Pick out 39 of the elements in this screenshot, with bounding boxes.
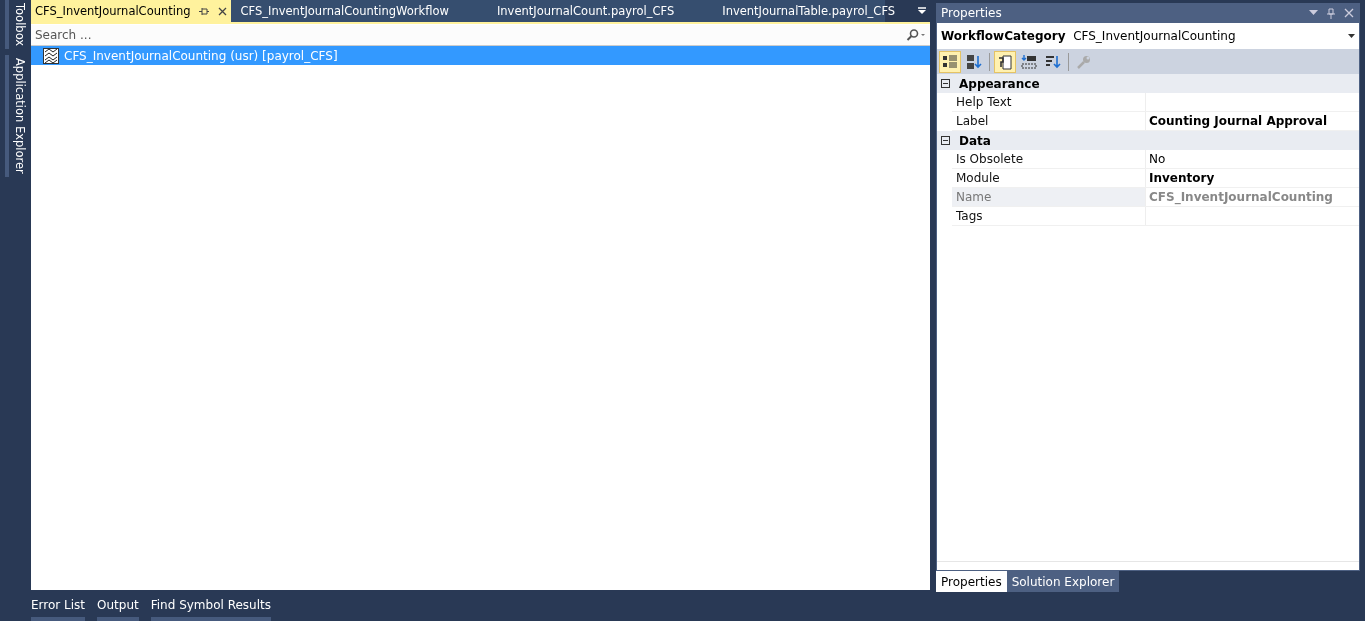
toolbar-button[interactable] [939,50,961,73]
caret-icon [1348,34,1355,38]
collapse-icon[interactable] [941,79,950,88]
property-value[interactable]: CFS_InventJournalCounting [1146,188,1359,206]
wrench-icon [1076,53,1092,70]
tool-window-tab[interactable]: Output [97,590,139,621]
tool-window-tab[interactable]: Error List [31,590,86,621]
sort-icon [1045,53,1061,70]
category-header[interactable]: Appearance [959,76,1040,91]
document-tab[interactable]: CFS_InventJournalCounting [31,0,231,22]
category-header[interactable]: Data [959,133,991,148]
events-icon [1021,53,1037,70]
tool-window-tab[interactable]: Find Symbol Results [150,590,271,621]
side-tab[interactable]: Toolbox [4,0,27,50]
panel-title: Properties [941,6,1002,20]
dropdown-icon[interactable] [917,7,927,15]
property-name[interactable]: Help Text [952,93,1146,111]
pin-icon[interactable] [198,6,210,16]
search-icon[interactable] [906,29,926,41]
toolbar-button[interactable] [994,50,1016,73]
tab-label: CFS_InventJournalCounting [35,4,191,18]
property-name[interactable]: Tags [952,207,1146,225]
property-value[interactable]: Inventory [1146,169,1359,187]
search-field[interactable]: Search ... [31,25,906,45]
panel-tab[interactable]: Properties [936,571,1007,592]
close-icon[interactable] [217,6,227,16]
panel-tab[interactable]: Solution Explorer [1006,571,1120,592]
sort-icon [966,53,982,70]
list-icon [942,53,958,70]
property-value[interactable]: Counting Journal Approval [1146,112,1359,130]
property-page-icon [997,53,1013,70]
property-name[interactable]: Name [952,188,1146,206]
object-selector[interactable]: WorkflowCategory CFS_InventJournalCounting [937,23,1359,49]
collapse-icon[interactable] [941,136,950,145]
property-name[interactable]: Label [952,112,1146,130]
property-name[interactable]: Module [952,169,1146,187]
property-name[interactable]: Is Obsolete [952,150,1146,168]
side-tab[interactable]: Application Explorer [4,55,27,177]
property-value[interactable]: No [1146,150,1359,168]
